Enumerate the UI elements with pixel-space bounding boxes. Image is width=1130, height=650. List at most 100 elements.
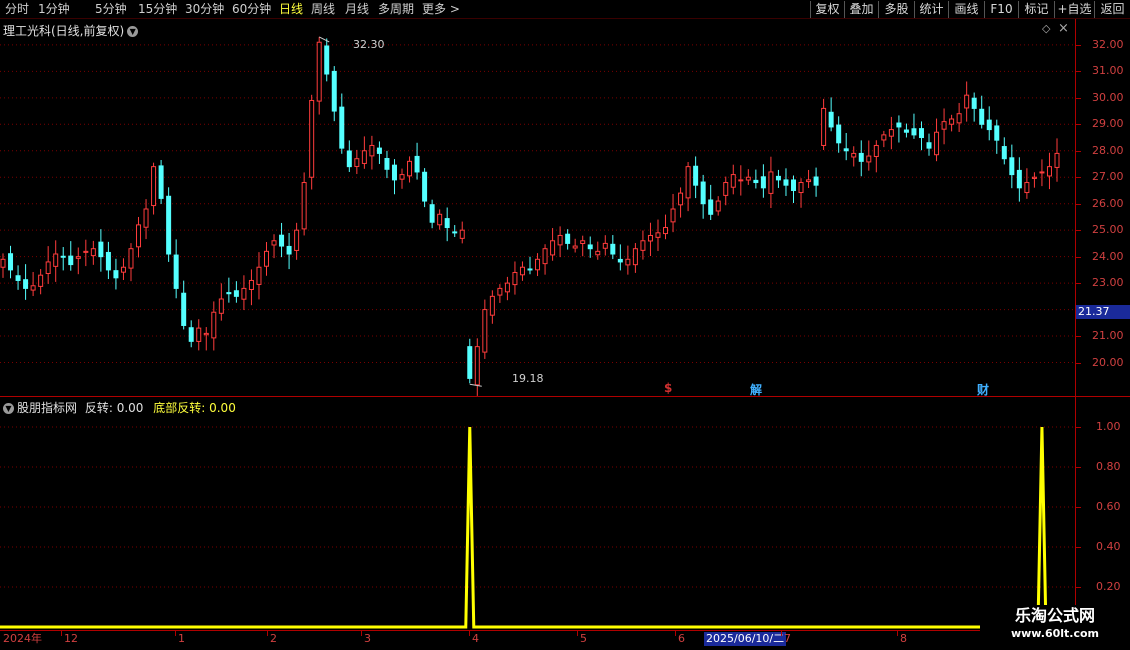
- price-tick-label: 25.00: [1092, 223, 1124, 237]
- candle-body-down: [68, 255, 74, 266]
- date-tick-mark: [61, 631, 62, 636]
- timeframe-tab[interactable]: 多周期: [378, 2, 414, 17]
- candle: [68, 241, 74, 271]
- more-dropdown[interactable]: 更多 >: [422, 2, 460, 17]
- candle: [806, 169, 812, 189]
- candle-body-up: [625, 258, 631, 266]
- candle: [1016, 157, 1022, 202]
- add-watchlist-button[interactable]: +自选: [1054, 1, 1094, 18]
- candle-body-up: [497, 287, 503, 296]
- top-toolbar: 分时 1分钟 5分钟 15分钟 30分钟 60分钟 日线 周线 月线 多周期 更…: [0, 0, 1130, 19]
- timeframe-tab[interactable]: 15分钟: [138, 2, 177, 17]
- candle-body-up: [821, 107, 827, 146]
- candle: [572, 238, 578, 253]
- indicator-chart[interactable]: [0, 397, 1075, 631]
- date-tick-mark: [675, 631, 676, 636]
- price-tick-mark: [1076, 44, 1081, 46]
- date-tick-label: 3: [364, 632, 371, 645]
- timeframe-tab[interactable]: 周线: [311, 2, 335, 17]
- candle: [429, 199, 435, 229]
- stats-button[interactable]: 统计: [914, 1, 948, 18]
- candle-body-down: [15, 275, 21, 281]
- candle-body-down: [331, 70, 337, 112]
- back-button[interactable]: 返回: [1094, 1, 1130, 18]
- candle: [550, 228, 556, 261]
- candle-body-down: [384, 157, 390, 170]
- timeframe-tab[interactable]: 月线: [345, 2, 369, 17]
- adjust-button[interactable]: 复权: [810, 1, 844, 18]
- close-icon[interactable]: ×: [1058, 21, 1069, 36]
- indicator-axis: 1.00 0.80 0.60 0.40 0.20: [1075, 396, 1130, 630]
- mark-button[interactable]: 标记: [1018, 1, 1054, 18]
- candle: [391, 159, 397, 195]
- chevron-down-icon[interactable]: ▼: [3, 403, 14, 414]
- candle: [158, 160, 164, 204]
- timeframe-tab[interactable]: 分时: [5, 2, 29, 17]
- candle-body-down: [926, 142, 932, 149]
- candle: [956, 102, 962, 132]
- candle: [8, 245, 14, 279]
- candle: [542, 244, 548, 275]
- timeframe-tab[interactable]: 5分钟: [95, 2, 127, 17]
- timeframe-tab-active[interactable]: 日线: [279, 2, 303, 17]
- date-tick-label: 12: [64, 632, 78, 645]
- candle-body-up: [83, 250, 89, 253]
- candle-body-up: [647, 234, 653, 242]
- candle-body-up: [881, 134, 887, 141]
- date-tick-mark: [781, 631, 782, 636]
- price-tick-mark: [1076, 230, 1081, 232]
- f10-button[interactable]: F10: [984, 1, 1018, 18]
- candle: [444, 207, 450, 242]
- candle-body-down: [783, 179, 789, 186]
- candle-body-up: [75, 256, 81, 259]
- draw-line-button[interactable]: 画线: [948, 1, 984, 18]
- candle-body-down: [444, 218, 450, 229]
- candlestick-chart[interactable]: [0, 19, 1075, 396]
- candle: [565, 229, 571, 250]
- candle: [896, 115, 902, 143]
- candle: [166, 187, 172, 262]
- candle: [1054, 138, 1060, 182]
- candle: [986, 106, 992, 141]
- candle: [361, 136, 367, 169]
- candle-body-up: [723, 182, 729, 196]
- candle-body-up: [90, 248, 96, 257]
- candle-body-down: [971, 97, 977, 109]
- candle-body-up: [45, 261, 51, 275]
- price-tick-label: 24.00: [1092, 249, 1124, 263]
- candle-body-up: [685, 166, 691, 199]
- candle-body-down: [565, 233, 571, 244]
- stock-title: 理工光科(日线,前复权) ▼: [3, 22, 139, 39]
- timeframe-tab[interactable]: 30分钟: [185, 2, 224, 17]
- candle-body-up: [738, 179, 744, 182]
- candle: [45, 246, 51, 284]
- candle-body-up: [437, 213, 443, 226]
- diamond-icon[interactable]: ◇: [1042, 22, 1050, 35]
- price-tick-mark: [1076, 203, 1081, 205]
- candle-body-up: [482, 309, 488, 353]
- candle-body-down: [173, 254, 179, 289]
- candle-body-up: [294, 229, 300, 251]
- indicator-panel[interactable]: ▼ 股朋指标网 反转: 0.00 底部反转: 0.00: [0, 396, 1075, 630]
- candle: [188, 320, 194, 348]
- candle-body-up: [203, 332, 209, 336]
- date-tick-label: 1: [178, 632, 185, 645]
- timeframe-tab[interactable]: 60分钟: [232, 2, 271, 17]
- candle: [557, 226, 563, 258]
- candle-body-down: [429, 204, 435, 223]
- candle: [647, 222, 653, 256]
- chevron-down-icon[interactable]: ▼: [127, 26, 139, 37]
- candlestick-panel[interactable]: 理工光科(日线,前复权) ▼ ◇ × 32.30 19.18 $ 解 财: [0, 19, 1075, 397]
- date-tick-label: 6: [678, 632, 685, 645]
- date-tick-mark: [469, 631, 470, 636]
- multi-stock-button[interactable]: 多股: [878, 1, 914, 18]
- candle: [452, 225, 458, 237]
- overlay-button[interactable]: 叠加: [844, 1, 878, 18]
- timeframe-tab[interactable]: 1分钟: [38, 2, 70, 17]
- indicator-tick-mark: [1076, 507, 1081, 508]
- event-marker-dollar[interactable]: $: [664, 381, 672, 395]
- candle: [271, 234, 277, 259]
- indicator-tick-mark: [1076, 547, 1081, 548]
- candle: [30, 272, 36, 297]
- candle: [1031, 172, 1037, 188]
